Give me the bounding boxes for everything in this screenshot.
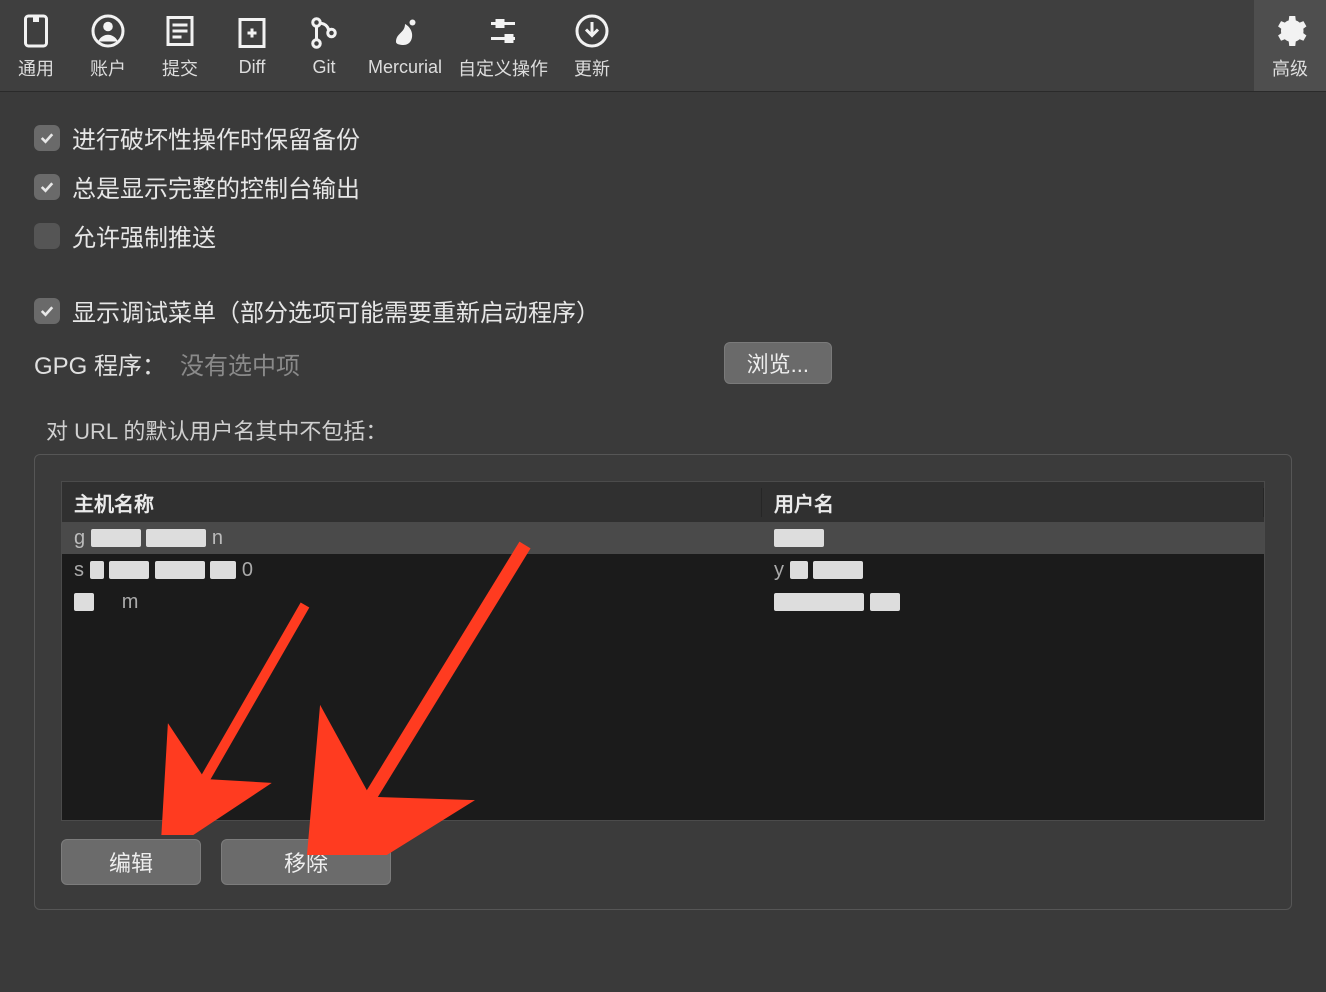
gpg-value: 没有选中项 [180, 346, 300, 381]
tab-accounts-label: 账户 [90, 55, 126, 81]
tab-custom-actions[interactable]: 自定义操作 [450, 0, 556, 91]
tab-git-label: Git [312, 57, 335, 78]
tab-diff[interactable]: Diff [216, 0, 288, 91]
custom-actions-icon [485, 13, 521, 49]
tab-general[interactable]: 通用 [0, 0, 72, 91]
gpg-label: GPG 程序： [34, 346, 166, 381]
checkbox-force-push-label: 允许强制推送 [72, 218, 216, 253]
tab-advanced[interactable]: 高级 [1254, 0, 1326, 91]
checkbox-debug-menu[interactable] [34, 298, 60, 324]
checkbox-backup-destructive-row: 进行破坏性操作时保留备份 [34, 120, 1292, 155]
checkbox-backup-destructive-label: 进行破坏性操作时保留备份 [72, 120, 360, 155]
tab-update[interactable]: 更新 [556, 0, 628, 91]
checkbox-full-console-label: 总是显示完整的控制台输出 [72, 169, 360, 204]
git-icon [306, 15, 342, 51]
url-defaults-table[interactable]: 主机名称 用户名 g n s 0 y [61, 481, 1265, 821]
diff-icon [234, 15, 270, 51]
tab-git[interactable]: Git [288, 0, 360, 91]
table-buttons: 编辑 移除 [61, 839, 1265, 885]
tab-advanced-label: 高级 [1272, 55, 1308, 81]
tab-diff-label: Diff [239, 57, 266, 78]
checkbox-full-console[interactable] [34, 174, 60, 200]
tab-commit-label: 提交 [162, 55, 198, 81]
cell-host: s 0 [62, 559, 762, 582]
checkbox-force-push[interactable] [34, 223, 60, 249]
browse-button[interactable]: 浏览... [724, 342, 832, 384]
table-body: g n s 0 y m [62, 522, 1264, 618]
gear-icon [1272, 13, 1308, 49]
cell-user [762, 591, 1264, 614]
commit-icon [162, 13, 198, 49]
cell-host: g n [62, 527, 762, 550]
edit-button[interactable]: 编辑 [61, 839, 201, 885]
tab-custom-actions-label: 自定义操作 [458, 55, 548, 81]
tab-general-label: 通用 [18, 55, 54, 81]
checkbox-debug-menu-row: 显示调试菜单（部分选项可能需要重新启动程序） [34, 293, 1292, 328]
checkbox-backup-destructive[interactable] [34, 125, 60, 151]
toolbar-spacer [628, 0, 1254, 91]
preferences-toolbar: 通用 账户 提交 Diff Git Mercurial 自定义操作 [0, 0, 1326, 92]
tab-commit[interactable]: 提交 [144, 0, 216, 91]
column-host[interactable]: 主机名称 [62, 488, 762, 517]
tab-accounts[interactable]: 账户 [72, 0, 144, 91]
url-section-title: 对 URL 的默认用户名其中不包括： [46, 414, 1292, 446]
url-defaults-panel: 主机名称 用户名 g n s 0 y [34, 454, 1292, 910]
cell-user: y [762, 559, 1264, 582]
remove-button[interactable]: 移除 [221, 839, 391, 885]
gpg-row: GPG 程序： 没有选中项 浏览... [34, 342, 1292, 384]
cell-user [762, 527, 1264, 550]
update-icon [574, 13, 610, 49]
general-icon [18, 13, 54, 49]
mercurial-icon [387, 15, 423, 51]
account-icon [90, 13, 126, 49]
tab-update-label: 更新 [574, 55, 610, 81]
advanced-settings-content: 进行破坏性操作时保留备份 总是显示完整的控制台输出 允许强制推送 显示调试菜单（… [0, 92, 1326, 938]
table-row[interactable]: g n [62, 522, 1264, 554]
cell-host: m [62, 591, 762, 614]
table-header: 主机名称 用户名 [62, 482, 1264, 522]
checkbox-force-push-row: 允许强制推送 [34, 218, 1292, 253]
tab-mercurial-label: Mercurial [368, 57, 442, 78]
column-user[interactable]: 用户名 [762, 488, 1264, 517]
checkbox-full-console-row: 总是显示完整的控制台输出 [34, 169, 1292, 204]
tab-mercurial[interactable]: Mercurial [360, 0, 450, 91]
table-row[interactable]: m [62, 586, 1264, 618]
table-row[interactable]: s 0 y [62, 554, 1264, 586]
checkbox-debug-menu-label: 显示调试菜单（部分选项可能需要重新启动程序） [72, 293, 600, 328]
